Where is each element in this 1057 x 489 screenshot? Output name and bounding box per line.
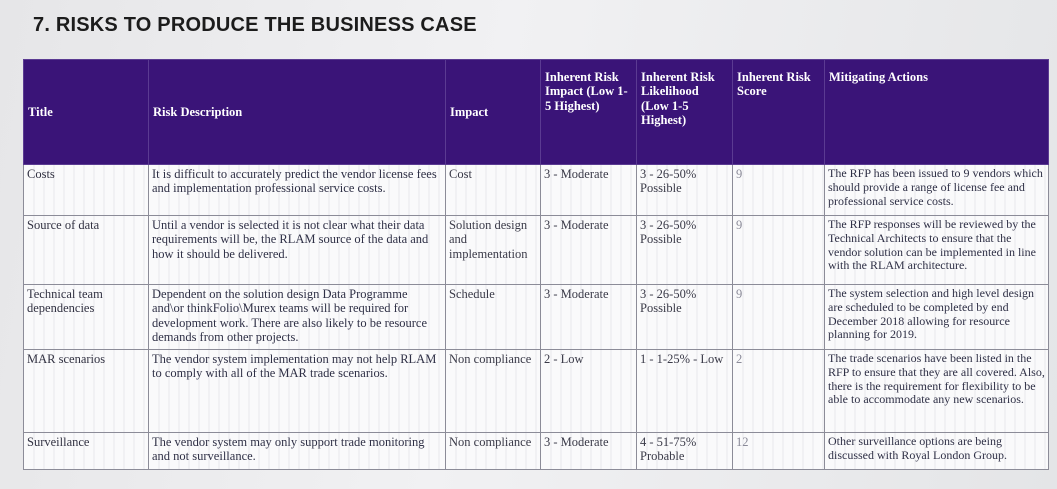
inherent-score: 9 xyxy=(732,164,825,216)
inherent-likelihood: 3 - 26-50% Possible xyxy=(636,215,733,285)
header-inherent-score: Inherent Risk Score xyxy=(732,59,825,165)
table-row: Surveillance The vendor system may only … xyxy=(23,432,1049,470)
risk-description: Until a vendor is selected it is not cle… xyxy=(148,215,446,285)
inherent-impact: 2 - Low xyxy=(540,349,637,433)
header-impact: Impact xyxy=(445,59,541,165)
risk-title: Technical team dependencies xyxy=(23,284,149,350)
inherent-impact: 3 - Moderate xyxy=(540,215,637,285)
section-heading: 7. RISKS TO PRODUCE THE BUSINESS CASE xyxy=(33,14,477,36)
table-row: Source of data Until a vendor is selecte… xyxy=(23,215,1049,285)
mitigating-actions: The system selection and high level desi… xyxy=(824,284,1049,350)
table-row: MAR scenarios The vendor system implemen… xyxy=(23,349,1049,433)
risk-impact: Schedule xyxy=(445,284,541,350)
header-inherent-impact: Inherent Risk Impact (Low 1-5 Highest) xyxy=(540,59,637,165)
header-title: Title xyxy=(23,59,149,165)
inherent-score: 12 xyxy=(732,432,825,470)
risk-description: It is difficult to accurately predict th… xyxy=(148,164,446,216)
risk-title: Source of data xyxy=(23,215,149,285)
inherent-score: 9 xyxy=(732,215,825,285)
mitigating-actions: The RFP responses will be reviewed by th… xyxy=(824,215,1049,285)
risk-description: Dependent on the solution design Data Pr… xyxy=(148,284,446,350)
risks-table: Title Risk Description Impact Inherent R… xyxy=(23,59,1049,470)
table-row: Technical team dependencies Dependent on… xyxy=(23,284,1049,350)
inherent-likelihood: 3 - 26-50% Possible xyxy=(636,284,733,350)
inherent-score: 2 xyxy=(732,349,825,433)
risk-title: Surveillance xyxy=(23,432,149,470)
inherent-score: 9 xyxy=(732,284,825,350)
inherent-likelihood: 3 - 26-50% Possible xyxy=(636,164,733,216)
header-mitigating-actions: Mitigating Actions xyxy=(824,59,1049,165)
mitigating-actions: Other surveillance options are being dis… xyxy=(824,432,1049,470)
risk-impact: Cost xyxy=(445,164,541,216)
inherent-likelihood: 4 - 51-75% Probable xyxy=(636,432,733,470)
risk-title: Costs xyxy=(23,164,149,216)
header-risk-description: Risk Description xyxy=(148,59,446,165)
risk-title: MAR scenarios xyxy=(23,349,149,433)
inherent-impact: 3 - Moderate xyxy=(540,284,637,350)
inherent-likelihood: 1 - 1-25% - Low xyxy=(636,349,733,433)
mitigating-actions: The trade scenarios have been listed in … xyxy=(824,349,1049,433)
document-page: 7. RISKS TO PRODUCE THE BUSINESS CASE Ti… xyxy=(0,0,1057,489)
risk-impact: Non compliance xyxy=(445,349,541,433)
table-row: Costs It is difficult to accurately pred… xyxy=(23,164,1049,216)
header-inherent-likelihood: Inherent Risk Likelihood (Low 1-5 Highes… xyxy=(636,59,733,165)
risk-impact: Non compliance xyxy=(445,432,541,470)
header-row: Title Risk Description Impact Inherent R… xyxy=(23,59,1049,165)
risk-description: The vendor system may only support trade… xyxy=(148,432,446,470)
inherent-impact: 3 - Moderate xyxy=(540,164,637,216)
risk-description: The vendor system implementation may not… xyxy=(148,349,446,433)
risk-impact: Solution design and implementation xyxy=(445,215,541,285)
mitigating-actions: The RFP has been issued to 9 vendors whi… xyxy=(824,164,1049,216)
inherent-impact: 3 - Moderate xyxy=(540,432,637,470)
